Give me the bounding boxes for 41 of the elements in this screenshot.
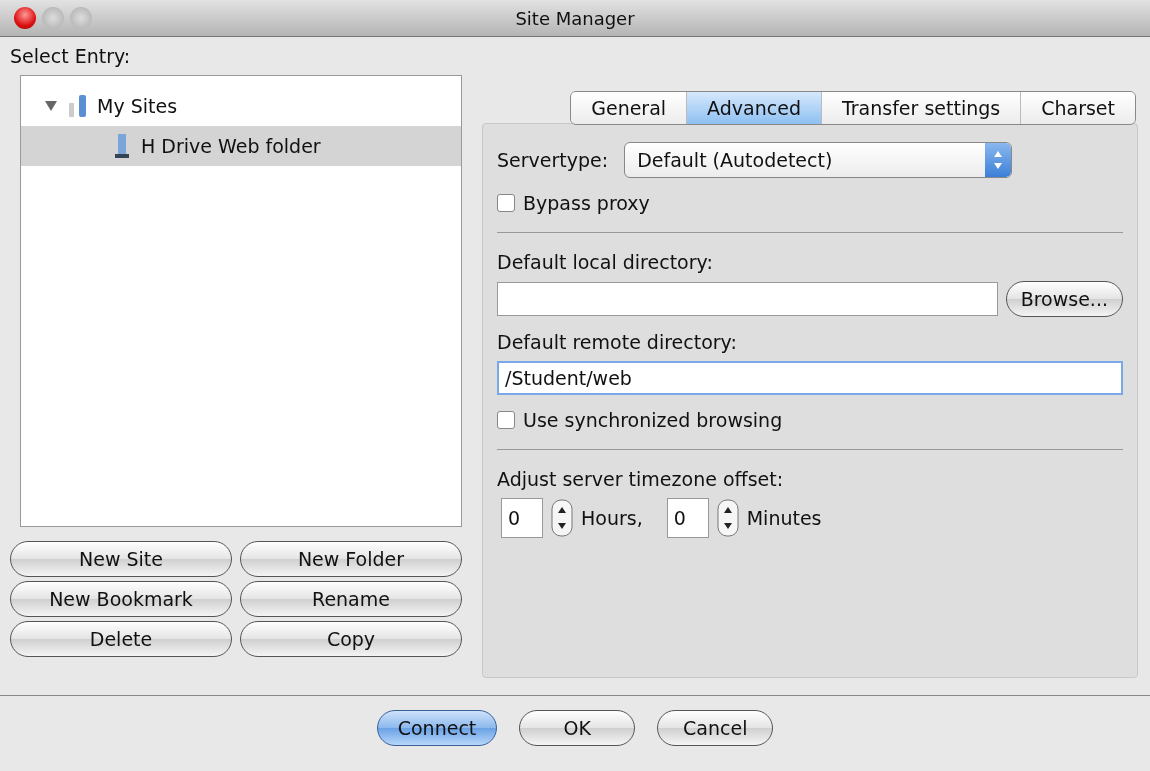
tree-item[interactable]: My Sites [21,86,461,126]
field-label: Adjust server timezone offset: [497,468,785,490]
minutes-field[interactable]: 0 [666,498,709,538]
up-down-arrows-icon [985,143,1012,177]
field-label: Default remote directory: [497,331,738,353]
close-button[interactable] [14,7,36,29]
window-title: Site Manager [515,7,635,29]
entry-button[interactable]: New Site [10,541,232,577]
tab[interactable]: General [571,92,688,124]
dialog-button[interactable]: OK [519,710,636,746]
input-field[interactable] [497,282,998,316]
tree-item-label: H Drive Web folder [141,135,321,157]
checkbox[interactable] [497,194,515,212]
stepper[interactable] [551,499,573,537]
tree-item[interactable]: H Drive Web folder [21,126,461,166]
checkbox-label: Bypass proxy [523,192,650,214]
hours-field[interactable]: 0 [501,498,543,538]
checkbox-label: Use synchronized browsing [523,409,783,431]
dialog-button[interactable]: Connect [376,710,498,746]
entry-button[interactable]: New Folder [240,541,462,577]
checkbox[interactable] [497,411,515,429]
browse-button[interactable]: Browse... [1005,281,1123,317]
input-field[interactable]: /Student/web [497,361,1123,395]
servertype-dropdown[interactable]: Default (Autodetect) [624,142,1013,178]
select-entry-label: Select Entry: [10,45,132,67]
dialog-button[interactable]: Cancel [657,710,774,746]
servertype-label: Servertype: [497,149,609,171]
tab[interactable]: Charset [1021,92,1135,124]
folder-icon [67,93,89,119]
tab[interactable]: Advanced [687,92,822,124]
tab[interactable]: Transfer settings [821,92,1022,124]
stepper[interactable] [716,499,739,537]
entry-button[interactable]: Delete [10,621,232,657]
unit-label: Minutes [746,507,822,529]
entry-button[interactable]: Rename [240,581,462,617]
tree-item-label: My Sites [97,95,178,117]
field-label: Default local directory: [497,251,714,273]
unit-label: Hours, [581,507,643,529]
entry-button[interactable]: Copy [240,621,462,657]
disclosure-triangle-icon[interactable] [43,99,59,113]
entry-button[interactable]: New Bookmark [10,581,232,617]
